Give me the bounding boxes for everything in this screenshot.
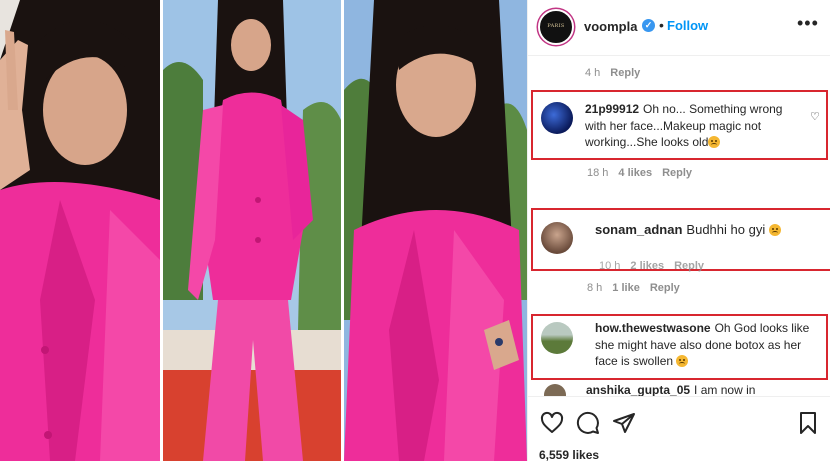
post-header: PARIS voompla ✓ • Follow ••• <box>528 0 830 56</box>
laughing-emoji-icon <box>768 224 781 236</box>
comment-time: 18 h <box>587 167 609 179</box>
avatar-text: PARIS <box>547 23 565 29</box>
comment-likes[interactable]: 4 likes <box>618 167 652 179</box>
sad-face-emoji-icon <box>708 136 721 148</box>
reply-button[interactable]: Reply <box>662 167 692 179</box>
follow-button[interactable]: Follow <box>667 18 708 33</box>
account-avatar[interactable]: PARIS <box>538 9 574 45</box>
commenter-username[interactable]: sonam_adnan <box>595 222 682 237</box>
commenter-avatar[interactable] <box>544 384 566 396</box>
photo-closeup-peace-sign <box>0 0 160 461</box>
comment-time: 8 h <box>587 282 603 294</box>
instagram-comments-panel: PARIS voompla ✓ • Follow ••• 4 h Reply 21… <box>527 0 830 461</box>
reply-button[interactable]: Reply <box>610 67 640 79</box>
commenter-avatar[interactable] <box>541 222 573 254</box>
commenter-avatar[interactable] <box>541 322 573 354</box>
comment-body: 21p99912 Oh no... Something wrong with he… <box>585 101 800 151</box>
account-username[interactable]: voompla <box>584 19 637 34</box>
comment-meta: 18 h 4 likes Reply <box>587 167 692 179</box>
likes-count[interactable]: 6,559 likes <box>539 448 599 461</box>
comment-likes[interactable]: 1 like <box>612 282 640 294</box>
comment-item-highlighted: sonam_adnan Budhhi ho gyi 10 h 2 likes Repl… <box>531 208 830 272</box>
comment-text: Budhhi ho gyi <box>686 222 766 237</box>
more-options-icon[interactable]: ••• <box>797 13 819 34</box>
comment-like-heart-icon[interactable]: ♡ <box>810 110 820 123</box>
comment-body: sonam_adnan Budhhi ho gyi <box>595 222 830 239</box>
bookmark-icon[interactable] <box>796 411 820 435</box>
commenter-username[interactable]: anshika_gupta_05 <box>586 384 690 396</box>
comment-body: anshika_gupta_05 I am now in <box>586 384 826 396</box>
photo-full-length-pose <box>163 0 341 461</box>
commenter-username[interactable]: 21p99912 <box>585 102 639 116</box>
comment-meta: 8 h 1 like Reply <box>587 282 680 294</box>
comment-body: how.thewestwasone Oh God looks like she m… <box>595 320 827 370</box>
comment-item-partial: anshika_gupta_05 I am now in <box>528 384 830 396</box>
verified-badge-icon: ✓ <box>642 19 655 32</box>
photo-portrait-hand-on-hip <box>344 0 527 461</box>
comment-likes[interactable]: 2 likes <box>630 260 664 272</box>
commenter-username[interactable]: how.thewestwasone <box>595 321 711 335</box>
share-icon[interactable] <box>612 411 636 435</box>
comment-icon[interactable] <box>576 411 600 435</box>
comment-time: 10 h <box>599 260 621 272</box>
reply-button[interactable]: Reply <box>650 282 680 294</box>
comment-meta: 10 h 2 likes Reply <box>599 260 704 272</box>
comment-item-highlighted: how.thewestwasone Oh God looks like she m… <box>531 314 828 380</box>
reply-button[interactable]: Reply <box>674 260 704 272</box>
commenter-avatar[interactable] <box>541 102 573 134</box>
laughing-emoji-icon <box>676 355 689 367</box>
heart-icon[interactable] <box>540 411 564 435</box>
post-photo-collage <box>0 0 527 461</box>
comment-text: I am now in <box>694 384 756 396</box>
comment-item-highlighted: 21p99912 Oh no... Something wrong with he… <box>531 90 828 160</box>
comment-time: 4 h <box>585 67 601 79</box>
separator-dot: • <box>659 17 664 33</box>
comment-meta: 4 h Reply <box>585 67 640 79</box>
